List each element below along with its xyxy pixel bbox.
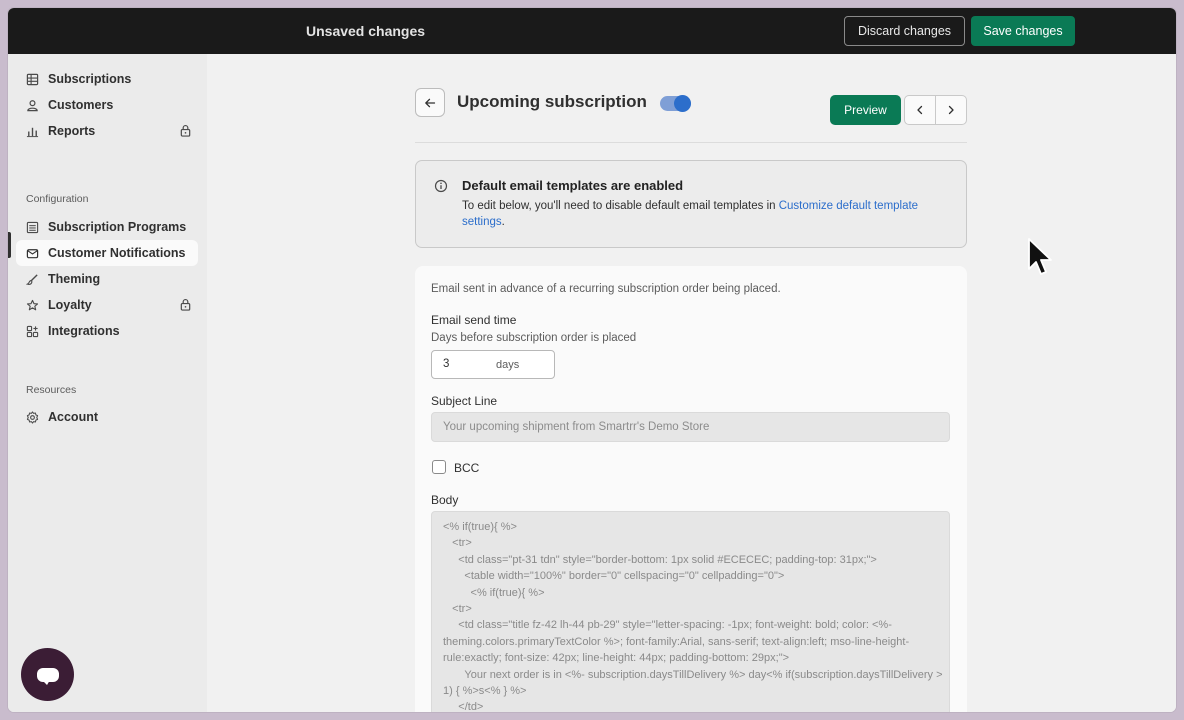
mail-icon [26,247,39,260]
body-editor[interactable]: <% if(true){ %> <tr> <td class="pt-31 td… [431,511,950,712]
subject-line-label: Subject Line [431,394,498,408]
main-content: Upcoming subscription Preview Default em… [207,54,1176,712]
sidebar-item-label: Subscription Programs [48,220,187,234]
mouse-cursor-icon [1028,238,1052,275]
sidebar-item-label: Customers [48,98,114,112]
sidebar-item-label: Loyalty [48,298,92,312]
sidebar-item-loyalty[interactable]: Loyalty [16,292,198,318]
sidebar-item-reports[interactable]: Reports [16,118,198,144]
bcc-checkbox[interactable] [432,460,446,474]
sidebar-item-customers[interactable]: Customers [16,92,198,118]
section-resources: Resources [26,384,77,396]
sidebar-item-label: Reports [48,124,96,138]
chat-bubble-icon [36,667,59,685]
back-button[interactable] [415,88,445,117]
chat-button[interactable] [21,648,74,701]
save-changes-button[interactable]: Save changes [971,16,1075,46]
brush-icon [26,273,39,286]
info-banner: Default email templates are enabled To e… [415,160,967,248]
app-window: Unsaved changes Discard changes Save cha… [8,8,1176,712]
active-indicator [8,232,11,258]
previous-template-button[interactable] [905,96,936,124]
arrow-left-icon [425,98,436,107]
gear-icon [26,410,39,424]
next-template-button[interactable] [936,96,966,124]
preview-button[interactable]: Preview [830,95,901,125]
list-icon [26,221,39,234]
sidebar-item-label: Integrations [48,324,120,338]
apps-icon [26,325,39,338]
banner-text: To edit below, you'll need to disable de… [462,200,919,228]
template-pager [904,95,967,125]
bcc-label: BCC [454,461,480,475]
days-before-input[interactable]: 3 days [431,350,555,379]
sidebar-item-account[interactable]: Account [16,404,198,430]
sidebar: Subscriptions Customers Reports Configur… [8,54,207,712]
sidebar-item-label: Subscriptions [48,72,132,86]
chevron-right-icon [948,105,954,115]
star-icon [26,299,39,312]
chevron-left-icon [917,105,923,115]
days-value: 3 [443,358,450,370]
email-description: Email sent in advance of a recurring sub… [431,283,781,295]
person-icon [26,99,39,112]
email-settings-card: Email sent in advance of a recurring sub… [415,266,967,712]
sidebar-item-theming[interactable]: Theming [16,266,198,292]
info-icon [434,179,448,193]
unsaved-changes-title: Unsaved changes [306,23,426,39]
template-enabled-toggle[interactable] [660,95,691,112]
send-time-label: Email send time [431,313,517,327]
send-time-help: Days before subscription order is placed [431,332,637,344]
bar-chart-icon [26,125,39,138]
toggle-knob [674,95,691,112]
section-configuration: Configuration [26,193,89,205]
sidebar-item-label: Theming [48,272,101,286]
body-label: Body [431,493,459,507]
sidebar-item-label: Account [48,410,98,424]
sidebar-item-customer-notifications[interactable]: Customer Notifications [16,240,198,266]
lock-icon [180,298,191,311]
subject-placeholder: Your upcoming shipment from Smartrr's De… [443,421,710,433]
save-bar: Unsaved changes Discard changes Save cha… [8,8,1176,54]
header-divider [415,142,967,143]
days-unit: days [496,359,520,371]
banner-title: Default email templates are enabled [462,178,684,193]
page-title: Upcoming subscription [457,92,647,111]
discard-changes-button[interactable]: Discard changes [844,16,965,46]
sidebar-item-integrations[interactable]: Integrations [16,318,198,344]
body-code: <% if(true){ %> <tr> <td class="pt-31 td… [443,521,943,712]
sidebar-item-subscription-programs[interactable]: Subscription Programs [16,214,198,240]
sidebar-item-subscriptions[interactable]: Subscriptions [16,66,198,92]
lock-icon [180,124,191,137]
sidebar-item-label: Customer Notifications [48,246,186,260]
subject-line-input[interactable]: Your upcoming shipment from Smartrr's De… [431,412,950,442]
grid-icon [26,73,39,86]
